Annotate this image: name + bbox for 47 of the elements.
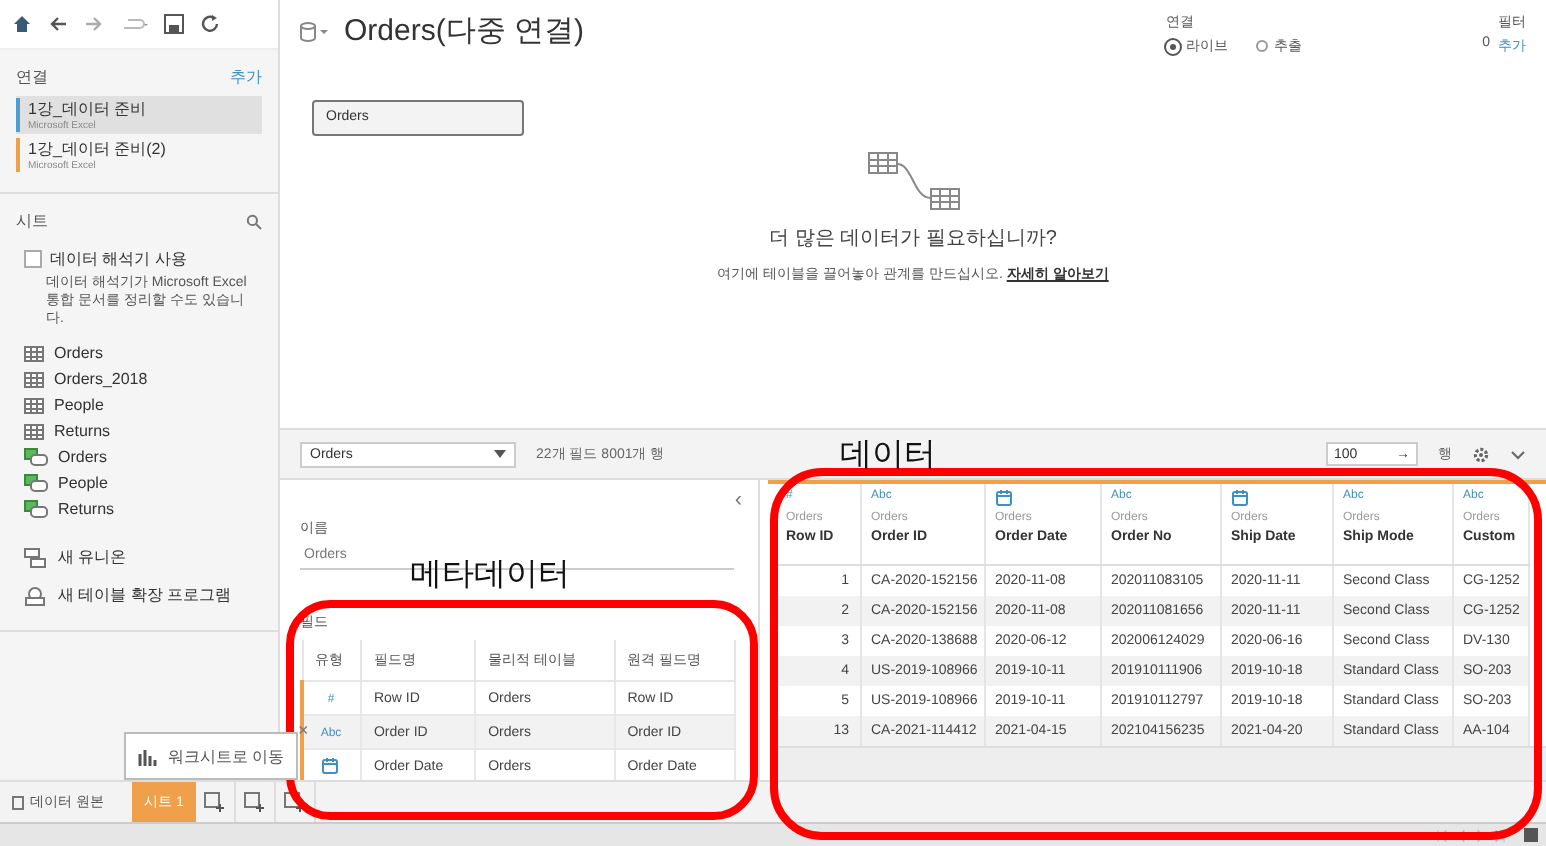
calendar-icon [1231, 490, 1247, 506]
refresh-icon[interactable] [200, 14, 220, 34]
sheet-item[interactable]: Orders_2018 [54, 370, 148, 388]
named-range-icon [24, 474, 48, 492]
calendar-icon [322, 758, 339, 774]
named-range-icon [24, 500, 48, 518]
section-title: 시트 [16, 210, 48, 232]
calendar-icon [995, 490, 1011, 506]
collapse-button[interactable]: ‹ [280, 480, 758, 512]
document-icon [12, 795, 24, 809]
checkbox[interactable] [24, 250, 42, 268]
action-link[interactable]: 새 유니온 [58, 546, 127, 568]
back-arrow-icon[interactable] [48, 14, 68, 34]
caret-icon [494, 450, 506, 458]
sheet-grid-icon [24, 423, 44, 439]
empty-canvas-heading: 더 많은 데이터가 필요하십니까? [769, 226, 1057, 252]
section-title: 연결 [16, 66, 48, 88]
sheet-grid-icon [24, 397, 44, 413]
new-sheet-icon[interactable] [203, 792, 226, 812]
connection-name: 1강_데이터 준비 [28, 98, 147, 120]
connection-name: 1강_데이터 준비(2) [28, 138, 166, 160]
sheet-item[interactable]: Orders [54, 344, 103, 362]
sheet-grid-icon [24, 371, 44, 387]
sheet-item[interactable]: Returns [54, 422, 111, 440]
new-dashboard-icon[interactable] [243, 792, 266, 812]
search-icon[interactable] [246, 213, 262, 229]
named-range-icon [24, 448, 48, 466]
checkbox-label: 데이터 해석기 사용 [50, 248, 187, 270]
action-link[interactable]: 새 테이블 확장 프로그램 [58, 584, 232, 606]
new-story-icon[interactable] [283, 792, 306, 812]
home-icon[interactable] [12, 14, 32, 34]
save-icon[interactable] [164, 14, 184, 34]
radio-button[interactable] [1256, 40, 1268, 52]
chevron-icon[interactable] [1510, 449, 1526, 459]
union-icon [24, 547, 46, 567]
database-icon[interactable] [300, 21, 328, 41]
settings-icon[interactable] [1472, 445, 1490, 463]
extension-icon [24, 585, 46, 605]
sheet-item[interactable]: People [54, 396, 104, 414]
sheet-item[interactable]: People [58, 474, 108, 492]
annotation-label: 데이터 [840, 434, 936, 476]
table-relationship-drawing [867, 152, 959, 212]
data-source-title: Orders(다중 연결) [344, 12, 584, 50]
bar-chart-icon [138, 747, 158, 765]
sheet-item[interactable]: Orders [58, 448, 107, 466]
sheet-grid-icon [24, 345, 44, 361]
sheet-item[interactable]: Returns [58, 500, 115, 518]
